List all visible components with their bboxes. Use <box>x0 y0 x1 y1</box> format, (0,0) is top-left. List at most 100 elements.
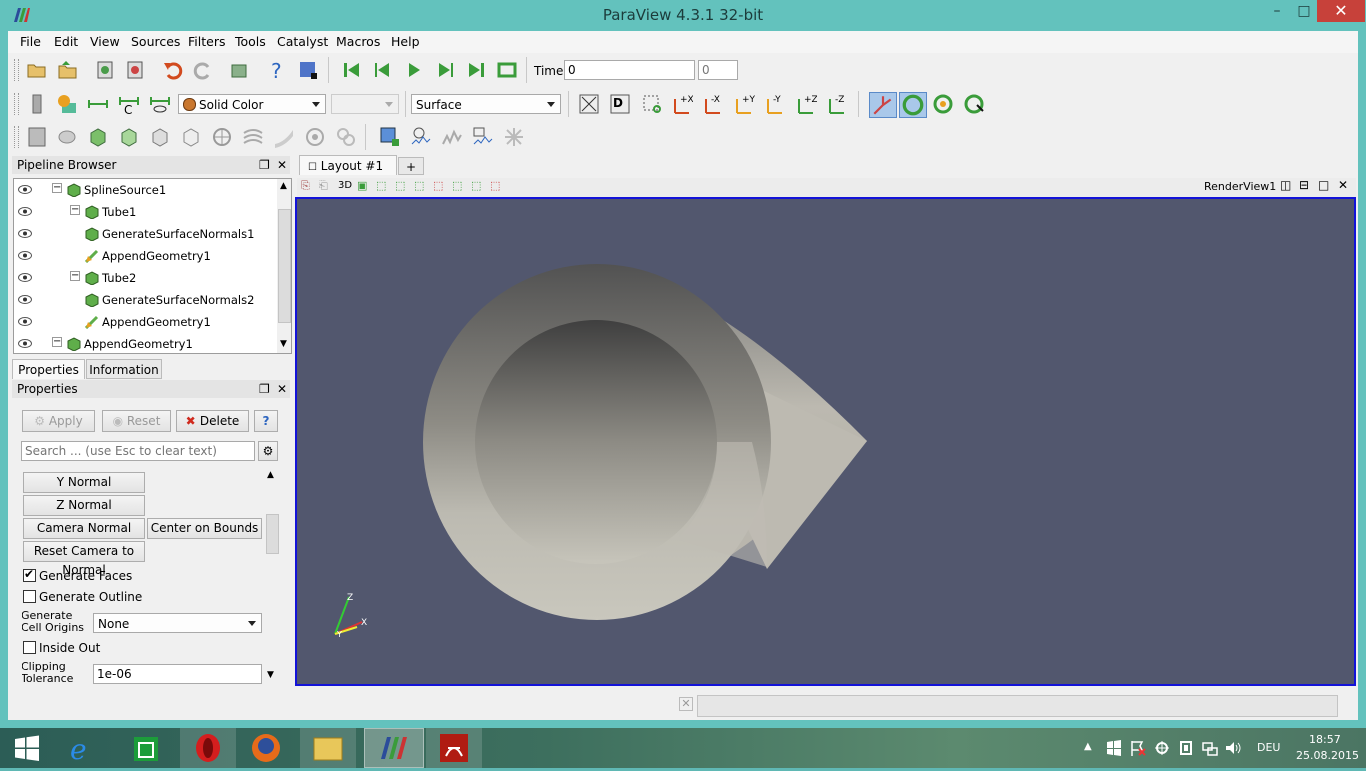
plot-over-time-icon[interactable] <box>410 126 432 148</box>
close-panel-icon[interactable]: ✕ <box>277 156 287 174</box>
eye-icon[interactable] <box>18 207 32 216</box>
eye-icon[interactable] <box>18 273 32 282</box>
store-icon[interactable] <box>118 728 174 768</box>
disconnect-server-icon[interactable] <box>124 59 146 81</box>
toggle-color-legend-icon[interactable] <box>26 93 48 115</box>
pipeline-item-appendgeometry1-link[interactable]: AppendGeometry1 <box>14 311 276 333</box>
opera-taskbar-button[interactable] <box>180 728 236 768</box>
center-on-bounds-button[interactable]: Center on Bounds <box>147 518 262 539</box>
camera-normal-button[interactable]: Camera Normal <box>23 518 145 539</box>
clear-status-icon[interactable]: ✕ <box>679 697 693 711</box>
y-normal-button[interactable]: Y Normal <box>23 472 145 493</box>
tree-expander[interactable]: − <box>52 337 62 347</box>
rescale-custom-range-icon[interactable]: C <box>118 93 140 115</box>
load-state-icon[interactable] <box>57 59 79 81</box>
close-panel-icon[interactable]: ✕ <box>277 380 287 398</box>
minimize-button[interactable]: – <box>1262 0 1292 22</box>
stream-tracer-icon[interactable] <box>242 126 264 148</box>
pipeline-item-appendgeometry1[interactable]: AppendGeometry1 <box>14 245 276 267</box>
toggle-3d-button[interactable]: 3D <box>338 180 352 191</box>
clear-selection-icon[interactable]: ⬚ <box>490 179 500 192</box>
paraview-taskbar-button[interactable] <box>364 728 424 768</box>
threshold-icon[interactable] <box>149 126 171 148</box>
toolbar-grip[interactable] <box>14 93 19 115</box>
usb-device-icon[interactable] <box>1178 740 1194 756</box>
scroll-down-icon[interactable]: ▼ <box>267 670 274 680</box>
next-frame-icon[interactable] <box>434 59 456 81</box>
menu-sources[interactable]: Sources <box>131 34 180 49</box>
menu-edit[interactable]: Edit <box>54 34 78 49</box>
maximize-button[interactable]: □ <box>1290 0 1318 22</box>
extract-level-icon[interactable] <box>335 126 357 148</box>
select-cells-icon[interactable]: ⬚ <box>376 179 386 192</box>
warp-by-vector-icon[interactable] <box>273 126 295 148</box>
reset-camera-to-normal-button[interactable]: Reset Camera to Normal <box>23 541 145 577</box>
view-plus-x-icon[interactable]: +X <box>671 93 693 115</box>
last-frame-icon[interactable] <box>465 59 487 81</box>
pipeline-item-generatesurfacenormals2[interactable]: GenerateSurfaceNormals2 <box>14 289 276 311</box>
float-panel-icon[interactable]: ❐ <box>259 380 270 398</box>
split-vertical-icon[interactable]: ⊟ <box>1299 178 1309 192</box>
properties-scrollbar[interactable]: ▲ ▼ <box>265 468 279 684</box>
inside-out-checkbox[interactable] <box>23 641 36 654</box>
acrobat-taskbar-button[interactable] <box>426 728 482 768</box>
volume-icon[interactable] <box>1225 740 1241 756</box>
clip-icon[interactable] <box>87 126 109 148</box>
plot-data-over-time-icon[interactable] <box>472 126 494 148</box>
contour-icon[interactable] <box>56 126 78 148</box>
color-by-combo[interactable]: Solid Color <box>178 94 326 114</box>
select-block-icon[interactable]: ⬚ <box>433 179 443 192</box>
representation-combo[interactable]: Surface <box>411 94 561 114</box>
calculator-icon[interactable] <box>26 126 48 148</box>
title-bar[interactable]: ParaView 4.3.1 32-bit – □ ✕ <box>0 0 1366 31</box>
interactive-select-icon[interactable]: ⬚ <box>452 179 462 192</box>
scrollbar-thumb[interactable] <box>278 209 291 323</box>
pipeline-item-splinesource1[interactable]: − SplineSource1 <box>14 179 276 201</box>
undo-icon[interactable] <box>162 59 184 81</box>
advanced-properties-gear-icon[interactable]: ⚙ <box>258 441 278 461</box>
scrollbar-thumb[interactable] <box>266 514 279 554</box>
show-hidden-icons-icon[interactable]: ▲ <box>1084 741 1092 752</box>
connect-server-icon[interactable] <box>94 59 116 81</box>
pipeline-scrollbar[interactable]: ▲ ▼ <box>277 179 291 353</box>
close-view-icon[interactable]: ✕ <box>1338 178 1348 192</box>
open-file-icon[interactable] <box>26 59 48 81</box>
view-minus-y-icon[interactable]: -Y <box>764 93 786 115</box>
menu-filters[interactable]: Filters <box>188 34 225 49</box>
loop-icon[interactable] <box>496 59 518 81</box>
edit-color-map-icon[interactable] <box>56 93 78 115</box>
reset-camera-icon[interactable] <box>578 93 600 115</box>
windows-flag-icon[interactable] <box>1106 740 1122 756</box>
eye-icon[interactable] <box>18 229 32 238</box>
eye-icon[interactable] <box>18 339 32 348</box>
view-plus-z-icon[interactable]: +Z <box>795 93 817 115</box>
capture-selection-icon[interactable]: ⎘ <box>301 179 310 193</box>
reset-button[interactable]: ◉ Reset <box>102 410 171 432</box>
windows-start-icon[interactable] <box>14 735 40 761</box>
play-icon[interactable] <box>403 59 425 81</box>
select-region-icon[interactable] <box>297 59 319 81</box>
pipeline-item-appendgeometry1-root[interactable]: − AppendGeometry1 <box>14 333 276 355</box>
eye-icon[interactable] <box>18 295 32 304</box>
time-input[interactable] <box>564 60 695 80</box>
apply-button[interactable]: ⚙ Apply <box>22 410 95 432</box>
redo-icon[interactable] <box>192 59 214 81</box>
rotate-center-icon[interactable] <box>963 93 985 115</box>
float-panel-icon[interactable]: ❐ <box>259 156 270 174</box>
tab-properties[interactable]: Properties <box>12 359 85 379</box>
view-plus-y-icon[interactable]: +Y <box>733 93 755 115</box>
rescale-range-icon[interactable] <box>87 93 109 115</box>
input-language-indicator[interactable]: DEU <box>1257 741 1280 754</box>
group-datasets-icon[interactable] <box>304 126 326 148</box>
tree-expander[interactable]: − <box>70 271 80 281</box>
extract-subset-icon[interactable] <box>180 126 202 148</box>
clock-time[interactable]: 18:57 <box>1309 733 1341 746</box>
z-normal-button[interactable]: Z Normal <box>23 495 145 516</box>
split-horizontal-icon[interactable]: ◫ <box>1280 178 1291 192</box>
clipping-tolerance-input[interactable] <box>93 664 262 684</box>
tree-expander[interactable]: − <box>70 205 80 215</box>
clock-date[interactable]: 25.08.2015 <box>1296 749 1359 762</box>
network-icon[interactable] <box>1202 740 1218 756</box>
zoom-to-box-icon[interactable] <box>641 93 663 115</box>
action-center-icon[interactable] <box>1130 740 1146 756</box>
